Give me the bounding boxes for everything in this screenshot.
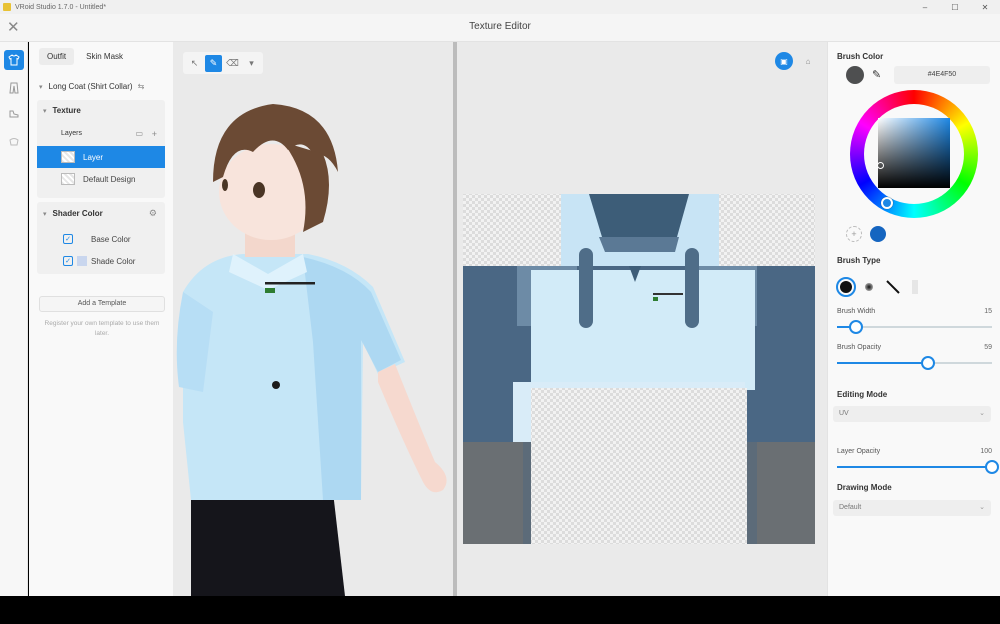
brush-width-slider[interactable] [837, 320, 992, 334]
pen-tool[interactable]: ✎ [205, 54, 222, 72]
window-titlebar: VRoid Studio 1.7.0 - Untitled* – ☐ ✕ [0, 0, 1000, 14]
layer-row[interactable]: Default Design [37, 168, 165, 190]
brush-settings-panel: Brush Color ✎ #4E4F50 + Brush Type Brush… [827, 42, 1000, 596]
fill-tool[interactable]: ▾ [243, 55, 260, 72]
chevron-down-icon: ⌄ [979, 410, 985, 417]
chevron-down-icon: ▾ [43, 107, 47, 115]
layer-opacity-slider[interactable] [837, 460, 999, 474]
brush-type-label: Brush Type [837, 256, 881, 265]
chevron-down-icon: ▾ [43, 210, 47, 218]
round-brush[interactable] [836, 277, 856, 297]
add-layer-icon[interactable]: + [152, 129, 157, 139]
brush-opacity-slider[interactable] [837, 356, 992, 370]
layer-thumbnail [61, 151, 75, 163]
app-title: VRoid Studio 1.7.0 - Untitled* [15, 3, 107, 11]
hue-handle[interactable] [881, 197, 893, 209]
drawing-mode-label: Drawing Mode [837, 483, 892, 492]
layer-opacity-value: 100 [980, 448, 992, 455]
line-brush[interactable] [884, 278, 902, 296]
saturation-square[interactable] [878, 118, 950, 188]
soft-brush[interactable] [860, 278, 878, 296]
category-iconbar [0, 42, 28, 596]
brush-opacity-value: 59 [984, 344, 992, 351]
color-picker-handle[interactable] [877, 162, 884, 169]
editing-mode-label: Editing Mode [837, 390, 888, 399]
add-template-button[interactable]: Add a Template [39, 296, 165, 312]
checkbox-base-color[interactable]: ✓ [63, 234, 73, 244]
layers-label: Layers [61, 130, 83, 137]
chevron-down-icon: ⌄ [979, 504, 985, 511]
brush-width-label: Brush Width [837, 308, 876, 315]
accessory-icon[interactable] [4, 132, 24, 152]
item-header[interactable]: ▾ Long Coat (Shirt Collar) ⇆ [39, 82, 144, 91]
shoe-icon[interactable] [4, 104, 24, 124]
editor-header: ✕ Texture Editor [0, 14, 1000, 42]
character-model [176, 104, 447, 596]
current-color-swatch[interactable] [846, 66, 864, 84]
link-icon[interactable]: ⇆ [138, 82, 145, 91]
window-close-button[interactable]: ✕ [970, 0, 1000, 14]
tab-skin-mask[interactable]: Skin Mask [78, 48, 131, 65]
3d-viewport[interactable]: ↖ ✎ ⌫ ▾ [173, 42, 453, 596]
layers-panel: Outfit Skin Mask ▾ Long Coat (Shirt Coll… [29, 42, 173, 596]
eyedropper-icon[interactable]: ✎ [872, 68, 881, 81]
maximize-button[interactable]: ☐ [940, 0, 970, 14]
chevron-down-icon: ▾ [39, 83, 43, 91]
drawing-mode-select[interactable]: Default ⌄ [833, 500, 991, 516]
editing-mode-select[interactable]: UV ⌄ [833, 406, 991, 422]
app-icon [3, 3, 11, 11]
eraser-tool[interactable]: ⌫ [224, 55, 241, 72]
brush-opacity-label: Brush Opacity [837, 344, 881, 351]
hex-input[interactable]: #4E4F50 [894, 66, 990, 84]
brush-color-label: Brush Color [837, 52, 884, 61]
texture-section: ▾ Texture Layers + ▭ Layer Default Desig… [37, 100, 165, 198]
taskbar [0, 596, 1000, 624]
texture-brush[interactable] [906, 278, 924, 296]
uv-texture-view[interactable]: ▣ ⌂ [457, 42, 827, 596]
folder-icon[interactable]: ▭ [135, 129, 143, 138]
drawing-toolbar: ↖ ✎ ⌫ ▾ [183, 52, 263, 74]
page-title: Texture Editor [469, 21, 531, 32]
texture-heading[interactable]: ▾ Texture [43, 106, 81, 115]
shader-heading[interactable]: ▾ Shader Color [43, 209, 103, 218]
layer-opacity-label: Layer Opacity [837, 448, 881, 455]
shader-row-base[interactable]: ✓ Base Color [37, 228, 165, 250]
shader-section: ▾ Shader Color ⚙ ✓ Base Color ✓ Shade Co… [37, 202, 165, 274]
minimize-button[interactable]: – [910, 0, 940, 14]
template-hint: Register your own template to use them l… [44, 320, 160, 337]
item-name: Long Coat (Shirt Collar) [48, 82, 133, 91]
select-tool[interactable]: ↖ [186, 55, 203, 72]
shader-row-shade[interactable]: ✓ Shade Color [37, 250, 165, 272]
pants-icon[interactable] [4, 78, 24, 98]
checkbox-shade-color[interactable]: ✓ [63, 256, 73, 266]
shade-swatch[interactable] [77, 256, 87, 266]
layer-thumbnail [61, 173, 75, 185]
layer-row-selected[interactable]: Layer [37, 146, 165, 168]
recent-color-swatch[interactable] [870, 226, 886, 242]
tab-outfit[interactable]: Outfit [39, 48, 75, 65]
brush-width-value: 15 [984, 308, 992, 315]
shirt-icon[interactable] [4, 50, 24, 70]
settings-icon[interactable]: ⚙ [149, 208, 157, 219]
add-color-button[interactable]: + [846, 226, 862, 242]
uv-texture-canvas [463, 194, 815, 544]
